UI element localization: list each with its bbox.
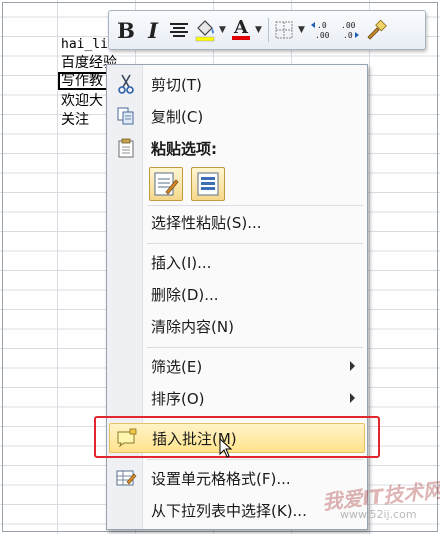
menu-item-label: 排序(O) [151, 389, 205, 408]
menu-separator [147, 243, 363, 244]
svg-text:.00: .00 [341, 21, 356, 30]
menu-header-label: 粘贴选项: [151, 139, 217, 158]
cell-a4[interactable]: 欢迎大 [61, 92, 103, 110]
menu-item-label: 从下拉列表中选择(K)... [151, 501, 307, 520]
comment-icon [110, 423, 144, 453]
center-align-button[interactable] [167, 15, 191, 45]
font-color-swatch-icon [232, 36, 250, 40]
mini-toolbar: B I ▼ A ▼ ▼ .0 .00 .00 .0 [108, 10, 426, 50]
menu-item-copy[interactable]: 复制(C) [109, 101, 365, 131]
borders-icon [275, 21, 293, 39]
paste-option-default-button[interactable] [149, 167, 183, 201]
blank-icon [109, 311, 143, 341]
paste-with-brush-icon [154, 172, 179, 196]
format-cells-icon [109, 463, 143, 493]
toolbar-separator [268, 18, 269, 42]
cell-a3[interactable]: 写作教 [61, 72, 103, 90]
menu-item-label: 筛选(E) [151, 357, 203, 376]
svg-text:.0: .0 [317, 21, 327, 30]
paste-option-values-button[interactable] [191, 167, 225, 201]
svg-text:.0: .0 [343, 31, 353, 40]
menu-item-label: 插入(I)... [151, 253, 212, 272]
menu-item-label: 删除(D)... [151, 285, 219, 304]
increase-decimal-button[interactable]: .0 .00 [308, 15, 334, 45]
paint-bucket-icon [195, 20, 215, 42]
blank-icon [109, 351, 143, 381]
mouse-cursor-icon [219, 438, 233, 458]
submenu-arrow-icon [350, 393, 355, 403]
copy-icon [109, 101, 143, 131]
bold-button[interactable]: B [113, 15, 139, 45]
blank-icon [109, 207, 143, 237]
menu-item-filter[interactable]: 筛选(E) [109, 351, 365, 381]
menu-separator [147, 205, 363, 206]
scissors-icon [109, 69, 143, 99]
menu-item-sort[interactable]: 排序(O) [109, 383, 365, 413]
menu-item-paste-special[interactable]: 选择性粘贴(S)... [109, 207, 365, 237]
menu-item-label: 设置单元格格式(F)... [151, 469, 291, 488]
menu-item-insert[interactable]: 插入(I)... [109, 247, 365, 277]
submenu-arrow-icon [350, 361, 355, 371]
increase-decimal-icon: .0 .00 [311, 21, 330, 40]
menu-item-clear-contents[interactable]: 清除内容(N) [109, 311, 365, 341]
menu-item-insert-comment[interactable]: 插入批注(M) [109, 423, 365, 453]
italic-button[interactable]: I [141, 15, 165, 45]
blank-icon [109, 279, 143, 309]
borders-dropdown-icon[interactable]: ▼ [298, 25, 308, 35]
menu-item-cut[interactable]: 剪切(T) [109, 69, 365, 99]
clipboard-icon [109, 133, 143, 163]
blank-icon [109, 495, 143, 525]
blank-icon [109, 247, 143, 277]
format-painter-brush-icon [367, 19, 387, 40]
menu-item-label: 清除内容(N) [151, 317, 234, 336]
borders-button[interactable] [272, 15, 296, 45]
menu-header-paste-options: 粘贴选项: [109, 133, 365, 163]
fill-color-dropdown-icon[interactable]: ▼ [219, 25, 229, 35]
menu-item-delete[interactable]: 删除(D)... [109, 279, 365, 309]
font-color-button[interactable]: A [229, 15, 253, 45]
paste-values-icon [197, 172, 219, 196]
font-color-dropdown-icon[interactable]: ▼ [255, 25, 265, 35]
fill-color-button[interactable] [193, 15, 217, 45]
menu-separator [147, 417, 363, 418]
font-color-letter: A [234, 17, 248, 38]
svg-text:.00: .00 [315, 31, 330, 40]
menu-item-label: 选择性粘贴(S)... [151, 213, 262, 232]
format-painter-button[interactable] [364, 15, 388, 45]
align-center-icon [170, 23, 188, 37]
menu-separator [147, 459, 363, 460]
menu-item-label: 剪切(T) [151, 75, 202, 94]
blank-icon [109, 383, 143, 413]
menu-item-label: 复制(C) [151, 107, 204, 126]
cell-a5[interactable]: 关注 [61, 111, 89, 129]
watermark-url: www.52ij.com [340, 508, 417, 521]
decrease-decimal-button[interactable]: .00 .0 [336, 15, 362, 45]
menu-separator [147, 347, 363, 348]
context-menu: 剪切(T) 复制(C) 粘贴选项: 选择性粘贴(S)... 插入(I)... 删… [106, 64, 368, 530]
decrease-decimal-icon: .00 .0 [341, 21, 359, 40]
